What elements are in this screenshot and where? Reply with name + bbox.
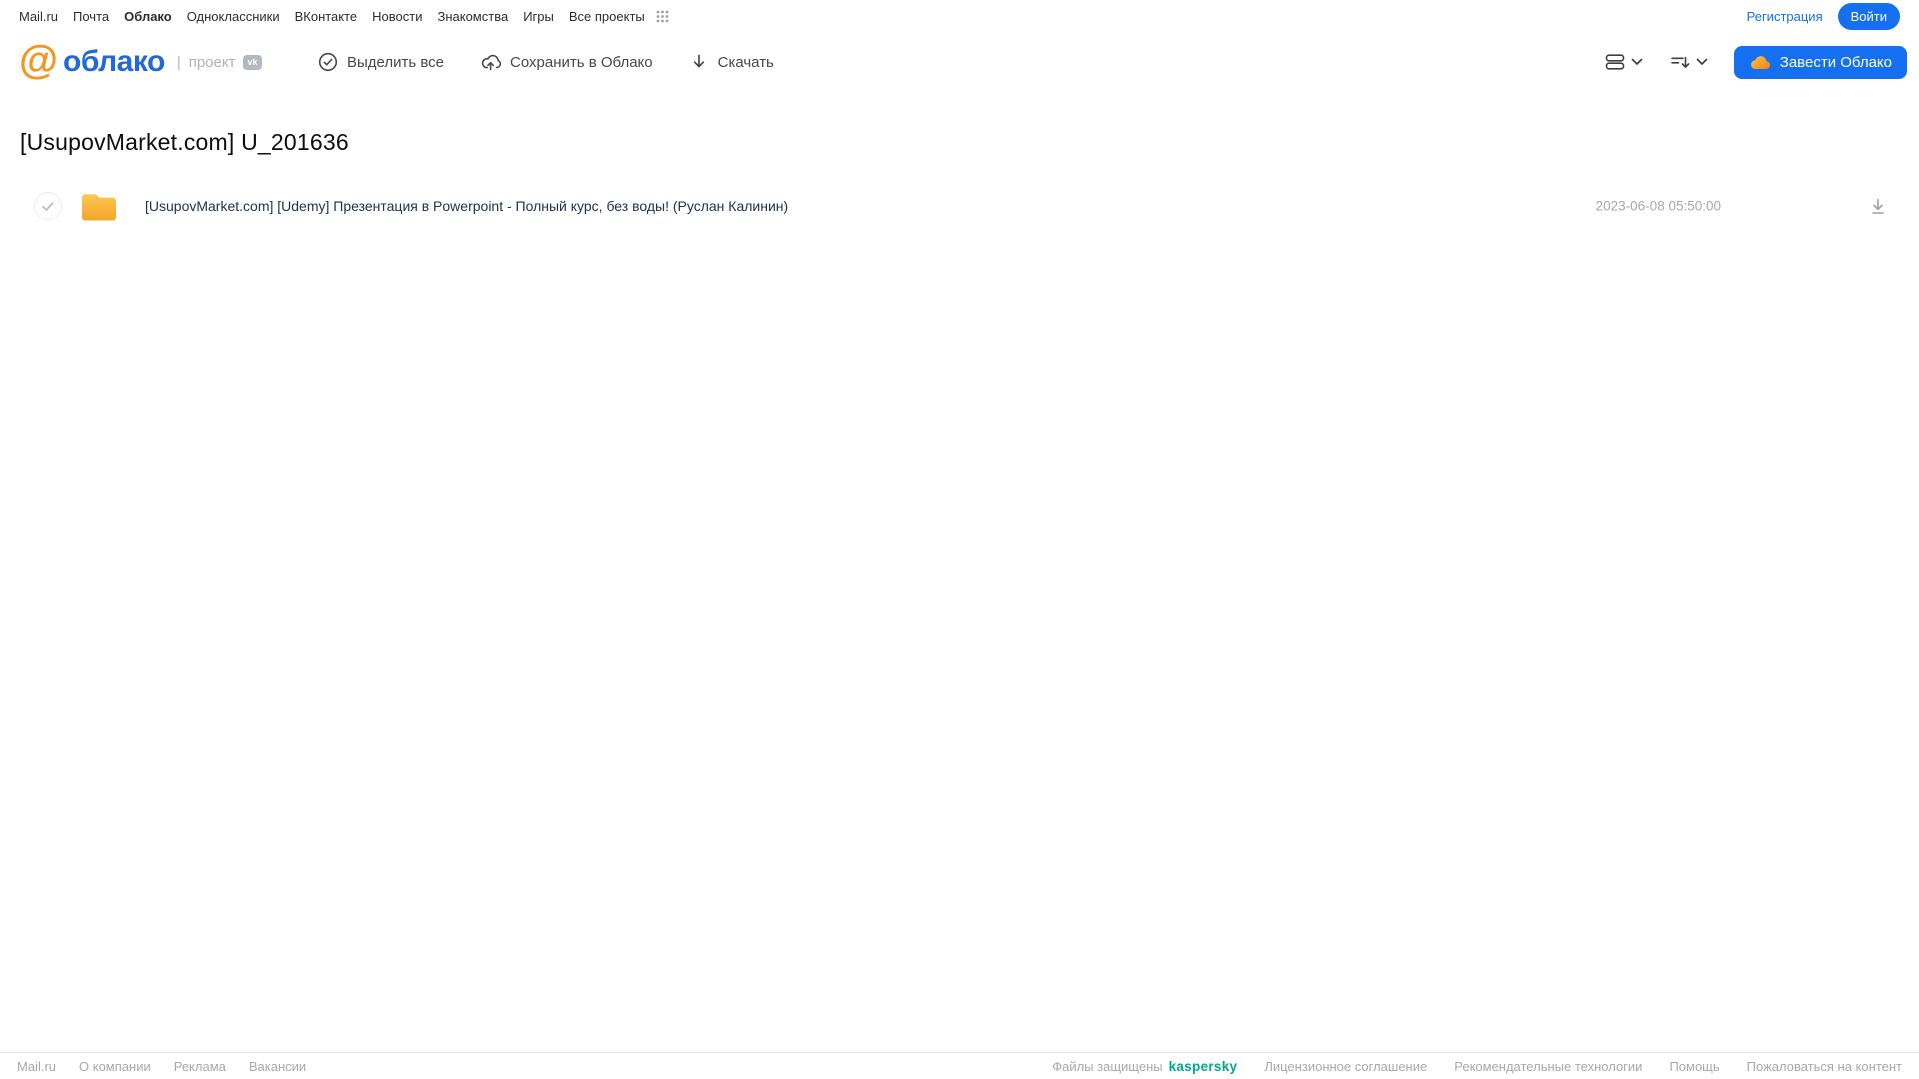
nav-item-oblako[interactable]: Облако xyxy=(124,9,172,24)
chevron-down-icon xyxy=(1696,58,1708,66)
footer-right-links: Файлы защищены kaspersky Лицензионное со… xyxy=(1052,1059,1902,1074)
orange-cloud-icon xyxy=(1749,53,1771,72)
nav-item-znakomstva[interactable]: Знакомства xyxy=(437,9,508,24)
footer-link-help[interactable]: Помощь xyxy=(1669,1059,1719,1074)
file-row[interactable]: [UsupovMarket.com] [Udemy] Презентация в… xyxy=(0,182,1919,230)
view-mode-selector[interactable] xyxy=(1598,48,1649,76)
nav-item-vkontakte[interactable]: ВКонтакте xyxy=(295,9,358,24)
footer-left-links: Mail.ru О компании Реклама Вакансии xyxy=(17,1059,306,1074)
apps-grid-icon[interactable] xyxy=(656,10,669,23)
logo-wordmark: облако xyxy=(63,45,165,78)
register-link[interactable]: Регистрация xyxy=(1747,9,1823,24)
row-checkbox[interactable] xyxy=(34,192,62,220)
folder-icon xyxy=(80,190,118,223)
action-toolbar: Выделить все Сохранить в Облако Скачать xyxy=(318,52,774,72)
logo-project-label: проект xyxy=(188,53,236,71)
chevron-down-icon xyxy=(1631,58,1643,66)
header-right-controls: Завести Облако xyxy=(1598,45,1907,79)
nav-item-novosti[interactable]: Новости xyxy=(372,9,422,24)
row-download-icon[interactable] xyxy=(1868,196,1888,216)
cloud-upload-icon xyxy=(480,52,502,72)
footer-link-about[interactable]: О компании xyxy=(79,1059,151,1074)
footer-link-license[interactable]: Лицензионное соглашение xyxy=(1264,1059,1427,1074)
sort-icon xyxy=(1669,52,1691,72)
footer: Mail.ru О компании Реклама Вакансии Файл… xyxy=(0,1052,1919,1079)
footer-link-jobs[interactable]: Вакансии xyxy=(249,1059,306,1074)
download-label: Скачать xyxy=(717,53,774,71)
footer-link-recommendation-tech[interactable]: Рекомендательные технологии xyxy=(1454,1059,1642,1074)
protected-label: Файлы защищены xyxy=(1052,1058,1163,1074)
footer-link-report-content[interactable]: Пожаловаться на контент xyxy=(1747,1059,1902,1074)
nav-item-odnoklassniki[interactable]: Одноклассники xyxy=(187,9,280,24)
file-name-link[interactable]: [UsupovMarket.com] [Udemy] Презентация в… xyxy=(145,198,788,214)
kaspersky-protected: Файлы защищены kaspersky xyxy=(1052,1059,1237,1074)
page-title: [UsupovMarket.com] U_201636 xyxy=(20,129,349,155)
login-button[interactable]: Войти xyxy=(1837,3,1900,30)
checkmark-icon xyxy=(42,201,54,211)
file-date: 2023-06-08 05:50:00 xyxy=(1595,198,1721,214)
nav-item-pochta[interactable]: Почта xyxy=(73,9,109,24)
kaspersky-logo[interactable]: kaspersky xyxy=(1169,1059,1238,1074)
vk-badge-icon: vk xyxy=(243,54,262,70)
nav-item-igry[interactable]: Игры xyxy=(523,9,554,24)
logo-project-suffix: | проект vk xyxy=(177,54,262,71)
select-all-button[interactable]: Выделить все xyxy=(318,52,444,72)
download-arrow-icon xyxy=(689,52,709,72)
sort-selector[interactable] xyxy=(1663,48,1714,76)
check-circle-icon xyxy=(318,52,338,72)
save-to-cloud-button[interactable]: Сохранить в Облако xyxy=(480,52,653,72)
list-view-icon xyxy=(1604,52,1626,72)
nav-item-all-projects[interactable]: Все проекты xyxy=(569,9,645,24)
nav-item-mailru[interactable]: Mail.ru xyxy=(19,9,58,24)
select-all-label: Выделить все xyxy=(347,53,445,71)
get-cloud-button[interactable]: Завести Облако xyxy=(1733,45,1907,79)
footer-link-ads[interactable]: Реклама xyxy=(174,1059,226,1074)
auth-area: Регистрация Войти xyxy=(1747,3,1900,30)
portal-nav: Mail.ru Почта Облако Одноклассники ВКонт… xyxy=(0,0,1919,33)
main-content: [UsupovMarket.com] U_201636 [UsupovMarke… xyxy=(0,129,1919,230)
get-cloud-label: Завести Облако xyxy=(1779,53,1892,71)
footer-link-mailru[interactable]: Mail.ru xyxy=(17,1059,56,1074)
mailru-at-icon: @ xyxy=(19,38,59,82)
header: @ облако | проект vk Выделить все Сохран… xyxy=(0,33,1919,91)
logo-divider: | xyxy=(176,53,181,71)
save-to-cloud-label: Сохранить в Облако xyxy=(510,53,653,71)
cloud-logo[interactable]: @ облако | проект vk xyxy=(19,40,262,80)
download-button[interactable]: Скачать xyxy=(689,52,774,72)
